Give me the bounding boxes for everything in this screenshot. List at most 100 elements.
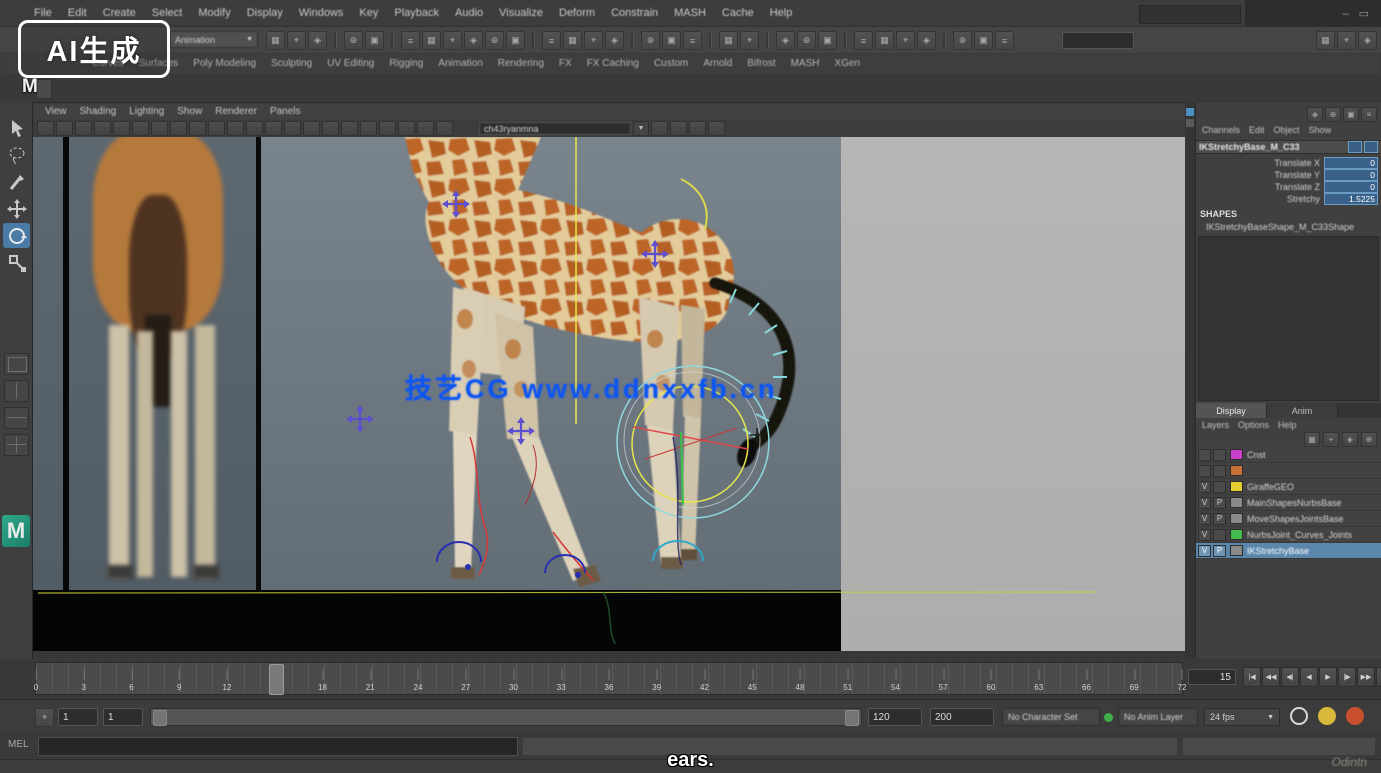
image-plane-combo[interactable]: ch43ryanmna bbox=[479, 122, 631, 135]
time-slider[interactable]: 0369121518212427303336394245485154576063… bbox=[35, 662, 1183, 695]
status-icon[interactable]: ⊕ bbox=[641, 31, 660, 50]
shelf-tab-custom[interactable]: Custom bbox=[654, 58, 688, 69]
status-icon[interactable]: ◈ bbox=[605, 31, 624, 50]
status-icon[interactable]: ≡ bbox=[401, 31, 420, 50]
display-layer-row[interactable]: VPMainShapesNurbsBase bbox=[1196, 495, 1381, 511]
layer-visibility-toggle[interactable]: V bbox=[1198, 481, 1211, 493]
status-icon[interactable]: ⊕ bbox=[485, 31, 504, 50]
playback-end-field[interactable]: 120 bbox=[868, 708, 922, 726]
layer-playback-toggle[interactable]: P bbox=[1213, 513, 1226, 525]
layer-editor-icon[interactable]: ▦ bbox=[1304, 432, 1320, 447]
menu-audio[interactable]: Audio bbox=[447, 0, 491, 27]
layer-editor-icon[interactable]: ◈ bbox=[1342, 432, 1358, 447]
sidebar-toggle-icon[interactable]: ◈ bbox=[1358, 31, 1377, 50]
status-icon[interactable]: ◈ bbox=[776, 31, 795, 50]
channel-box-icon[interactable]: ≡ bbox=[1361, 107, 1377, 122]
display-layer-row[interactable]: Cnst bbox=[1196, 447, 1381, 463]
layer-menu-layers[interactable]: Layers bbox=[1202, 420, 1229, 430]
viewport-icon[interactable] bbox=[246, 121, 263, 136]
menu-mash[interactable]: MASH bbox=[666, 0, 714, 27]
display-layer-row[interactable]: VPMoveShapesJointsBase bbox=[1196, 511, 1381, 527]
shelf-tab-mash[interactable]: MASH bbox=[791, 58, 820, 69]
layer-color-swatch[interactable] bbox=[1230, 545, 1243, 556]
panel-menu-shading[interactable]: Shading bbox=[80, 106, 117, 117]
channel-value-field[interactable]: 0 bbox=[1324, 181, 1378, 193]
menu-deform[interactable]: Deform bbox=[551, 0, 603, 27]
status-icon[interactable]: ▣ bbox=[365, 31, 384, 50]
channel-value-field[interactable]: 1.5225 bbox=[1324, 193, 1378, 205]
menu-key[interactable]: Key bbox=[351, 0, 386, 27]
menu-constrain[interactable]: Constrain bbox=[603, 0, 666, 27]
anim-layer-menu[interactable]: No Anim Layer bbox=[1118, 708, 1198, 726]
ik-handle-line[interactable] bbox=[681, 432, 683, 505]
shelf-tab-fx[interactable]: FX bbox=[559, 58, 572, 69]
display-layer-row[interactable]: VPIKStretchyBase bbox=[1196, 543, 1381, 559]
paint-select-tool[interactable] bbox=[3, 169, 30, 194]
tab-anim[interactable]: Anim bbox=[1267, 403, 1338, 418]
auto-keyframe-icon[interactable] bbox=[1318, 707, 1336, 725]
viewport-icon[interactable] bbox=[708, 121, 725, 136]
chevron-down-icon[interactable]: ▼ bbox=[633, 121, 649, 136]
viewport-icon[interactable] bbox=[265, 121, 282, 136]
timeline-playhead[interactable] bbox=[269, 664, 284, 695]
viewport-icon[interactable] bbox=[151, 121, 168, 136]
status-icon[interactable]: ▣ bbox=[974, 31, 993, 50]
move-tool[interactable] bbox=[3, 196, 30, 221]
selected-object-row[interactable]: IKStretchyBase_M_C33 bbox=[1196, 140, 1381, 154]
menu-help[interactable]: Help bbox=[762, 0, 801, 27]
channel-box-icon[interactable]: ⊕ bbox=[1325, 107, 1341, 122]
script-editor-icon[interactable] bbox=[1290, 707, 1308, 725]
rotate-tool[interactable] bbox=[3, 223, 30, 248]
status-icon[interactable]: ⌖ bbox=[443, 31, 462, 50]
menu-set-selector[interactable]: Animation ▼ bbox=[170, 31, 258, 48]
window-control-mark-icon[interactable]: ▭ bbox=[1359, 7, 1369, 20]
shelf-tab-arnold[interactable]: Arnold bbox=[703, 58, 732, 69]
status-icon[interactable]: ⊕ bbox=[797, 31, 816, 50]
menu-cache[interactable]: Cache bbox=[714, 0, 762, 27]
viewport-content[interactable]: 技艺CG www.ddnxxfb.cn bbox=[33, 137, 1185, 651]
animation-end-field[interactable]: 200 bbox=[930, 708, 994, 726]
viewport-icon[interactable] bbox=[284, 121, 301, 136]
viewport-icon[interactable] bbox=[360, 121, 377, 136]
select-tool[interactable] bbox=[3, 115, 30, 140]
status-icon[interactable]: ≡ bbox=[542, 31, 561, 50]
status-icon[interactable]: ▣ bbox=[818, 31, 837, 50]
viewport-icon[interactable] bbox=[417, 121, 434, 136]
layer-visibility-toggle[interactable]: V bbox=[1198, 513, 1211, 525]
viewport-icon[interactable] bbox=[94, 121, 111, 136]
sidebar-toggle-icon[interactable]: ⌖ bbox=[1337, 31, 1356, 50]
layer-visibility-toggle[interactable]: V bbox=[1198, 529, 1211, 541]
ground-curve-line[interactable] bbox=[38, 592, 1095, 593]
layer-color-swatch[interactable] bbox=[1230, 513, 1243, 524]
layer-color-swatch[interactable] bbox=[1230, 529, 1243, 540]
viewport-icon[interactable] bbox=[56, 121, 73, 136]
layer-editor-icon[interactable]: ⌖ bbox=[1323, 432, 1339, 447]
status-icon[interactable]: ▦ bbox=[563, 31, 582, 50]
channel-chip[interactable] bbox=[1364, 141, 1378, 153]
layer-visibility-toggle[interactable] bbox=[1198, 449, 1211, 461]
layer-color-swatch[interactable] bbox=[1230, 497, 1243, 508]
scale-tool[interactable] bbox=[3, 250, 30, 275]
shelf-tab-rendering[interactable]: Rendering bbox=[498, 58, 544, 69]
status-icon[interactable]: ⌖ bbox=[287, 31, 306, 50]
shelf-tab-uv-editing[interactable]: UV Editing bbox=[327, 58, 374, 69]
status-icon[interactable]: ▦ bbox=[266, 31, 285, 50]
viewport-icon[interactable] bbox=[398, 121, 415, 136]
status-icon[interactable]: ◈ bbox=[917, 31, 936, 50]
status-icon[interactable]: ⊕ bbox=[953, 31, 972, 50]
viewport-icon[interactable] bbox=[322, 121, 339, 136]
status-icon[interactable]: ▣ bbox=[506, 31, 525, 50]
menu-visualize[interactable]: Visualize bbox=[491, 0, 551, 27]
viewport-icon[interactable] bbox=[113, 121, 130, 136]
status-icon[interactable]: ⌖ bbox=[896, 31, 915, 50]
viewport-icon[interactable] bbox=[689, 121, 706, 136]
shelf-tab-poly-modeling[interactable]: Poly Modeling bbox=[193, 58, 256, 69]
status-icon[interactable]: ⊕ bbox=[344, 31, 363, 50]
viewport-icon[interactable] bbox=[303, 121, 320, 136]
record-icon[interactable] bbox=[1346, 707, 1364, 725]
status-icon[interactable]: ⌖ bbox=[740, 31, 759, 50]
viewport-icon[interactable] bbox=[208, 121, 225, 136]
viewport-icon[interactable] bbox=[436, 121, 453, 136]
viewport-icon[interactable] bbox=[227, 121, 244, 136]
layer-playback-toggle[interactable] bbox=[1213, 465, 1226, 477]
